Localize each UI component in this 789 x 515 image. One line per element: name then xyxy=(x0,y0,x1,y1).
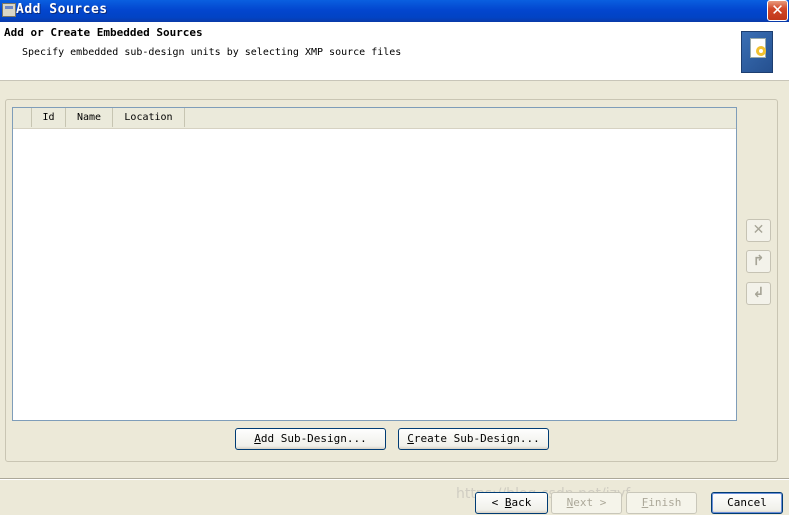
remove-icon: ✕ xyxy=(752,222,765,238)
create-sub-design-mnemonic: C xyxy=(407,432,414,445)
footer-separator xyxy=(0,478,789,480)
add-sub-design-mnemonic: A xyxy=(254,432,261,445)
magnifier-icon xyxy=(756,46,766,56)
back-prefix: < xyxy=(491,496,505,509)
create-sub-design-label: reate Sub-Design... xyxy=(413,432,540,445)
app-icon xyxy=(2,3,16,17)
cancel-button[interactable]: Cancel xyxy=(711,492,783,514)
back-button[interactable]: < Back xyxy=(475,492,548,514)
sources-table[interactable]: Id Name Location xyxy=(12,107,737,421)
move-down-button[interactable]: ↲ xyxy=(746,282,771,305)
column-header-select[interactable] xyxy=(13,108,32,127)
next-label: ext > xyxy=(573,496,607,509)
title-bar: Add Sources ✕ xyxy=(0,0,789,22)
close-button[interactable]: ✕ xyxy=(767,0,788,21)
finish-button[interactable]: Finish xyxy=(626,492,697,514)
table-header: Id Name Location xyxy=(13,108,736,129)
move-down-icon: ↲ xyxy=(752,285,765,301)
column-header-location[interactable]: Location xyxy=(113,108,185,127)
add-sub-design-label: dd Sub-Design... xyxy=(260,432,367,445)
finish-label: inish xyxy=(648,496,682,509)
create-sub-design-button[interactable]: Create Sub-Design... xyxy=(398,428,549,450)
next-button[interactable]: Next > xyxy=(551,492,622,514)
wizard-sources-icon xyxy=(741,31,773,73)
column-header-name[interactable]: Name xyxy=(66,108,113,127)
move-up-icon: ↱ xyxy=(752,253,765,269)
back-label: ack xyxy=(511,496,532,509)
page-subtitle: Specify embedded sub-design units by sel… xyxy=(22,47,402,58)
window-title: Add Sources xyxy=(16,2,108,17)
add-sub-design-button[interactable]: Add Sub-Design... xyxy=(235,428,386,450)
page-title: Add or Create Embedded Sources xyxy=(4,26,203,39)
column-header-id[interactable]: Id xyxy=(32,108,66,127)
back-mnemonic: B xyxy=(504,496,512,509)
wizard-header: Add or Create Embedded Sources Specify e… xyxy=(0,22,789,81)
cancel-label: Cancel xyxy=(727,496,767,509)
move-up-button[interactable]: ↱ xyxy=(746,250,771,273)
remove-button[interactable]: ✕ xyxy=(746,219,771,242)
